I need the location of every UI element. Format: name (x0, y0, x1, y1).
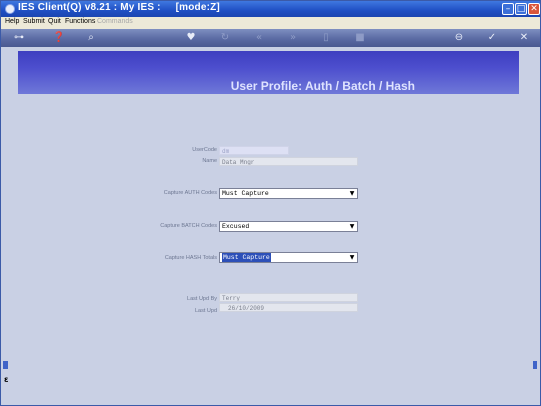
back-icon[interactable]: ⊖ (452, 31, 466, 45)
batch-codes-label: Capture BATCH Codes (160, 223, 217, 229)
menu-commands: Commands (97, 18, 133, 25)
auth-codes-value: Must Capture (222, 190, 269, 197)
window-title: IES Client(Q) v8.21 : My IES : [mode:Z] (18, 2, 220, 13)
last-upd-field: 26/10/2009 (219, 303, 358, 312)
side-tool-icon[interactable]: ɛ (4, 375, 8, 384)
stop-icon[interactable]: ■ (353, 31, 367, 45)
chevron-down-icon[interactable]: ▼ (348, 190, 356, 197)
close-button[interactable]: ✕ (528, 3, 540, 15)
menu-functions[interactable]: Functions (65, 18, 95, 25)
usercode-label: UserCode (192, 147, 217, 153)
toolbar: ⊶ ❓ ⌕ ♥ ↻ « » ▯ ■ ⊖ ✓ ✕ (1, 29, 540, 47)
menu-help[interactable]: Help (5, 18, 19, 25)
maximize-button[interactable]: □ (515, 3, 527, 15)
batch-codes-value: Excused (222, 223, 250, 230)
menu-bar: Help Submit Quit Functions Commands (1, 17, 540, 29)
name-label: Name (202, 158, 217, 164)
usercode-field[interactable]: dm (219, 146, 289, 155)
hash-totals-label: Capture HASH Totals (164, 255, 217, 261)
side-handle[interactable] (3, 361, 8, 369)
name-field[interactable]: Data Mngr (219, 157, 358, 166)
cancel-icon[interactable]: ✕ (517, 31, 531, 45)
auth-codes-select[interactable]: Must Capture ▼ (219, 188, 358, 199)
chevron-down-icon[interactable]: ▼ (348, 254, 356, 261)
last-upd-by-field: Terry (219, 293, 358, 302)
help-icon[interactable]: ❓ (52, 31, 66, 45)
rewind-icon[interactable]: « (252, 31, 266, 45)
menu-quit[interactable]: Quit (48, 18, 61, 25)
app-window: IES Client(Q) v8.21 : My IES : [mode:Z] … (0, 0, 541, 406)
heart-icon[interactable]: ♥ (184, 31, 198, 45)
side-handle-right[interactable] (533, 361, 537, 369)
main-content: User Profile: Auth / Batch / Hash UserCo… (1, 47, 540, 405)
menu-submit[interactable]: Submit (23, 18, 45, 25)
header-banner: User Profile: Auth / Batch / Hash (18, 51, 519, 94)
hash-totals-value: Must Capture (222, 253, 271, 262)
auth-codes-label: Capture AUTH Codes (163, 190, 217, 196)
search-icon[interactable]: ⌕ (84, 31, 98, 45)
batch-codes-select[interactable]: Excused ▼ (219, 221, 358, 232)
last-upd-by-label: Last Upd By (187, 296, 217, 302)
confirm-icon[interactable]: ✓ (485, 31, 499, 45)
document-icon[interactable]: ▯ (319, 31, 333, 45)
chevron-down-icon[interactable]: ▼ (348, 223, 356, 230)
hash-totals-select[interactable]: Must Capture ▼ (219, 252, 358, 263)
title-bar: IES Client(Q) v8.21 : My IES : [mode:Z] … (1, 1, 540, 17)
forward-icon[interactable]: » (286, 31, 300, 45)
key-icon[interactable]: ⊶ (8, 31, 30, 45)
last-upd-label: Last Upd (194, 308, 217, 314)
refresh-icon[interactable]: ↻ (218, 31, 232, 45)
app-icon (5, 4, 15, 14)
page-title: User Profile: Auth / Batch / Hash (230, 79, 415, 93)
minimize-button[interactable]: – (502, 3, 514, 15)
